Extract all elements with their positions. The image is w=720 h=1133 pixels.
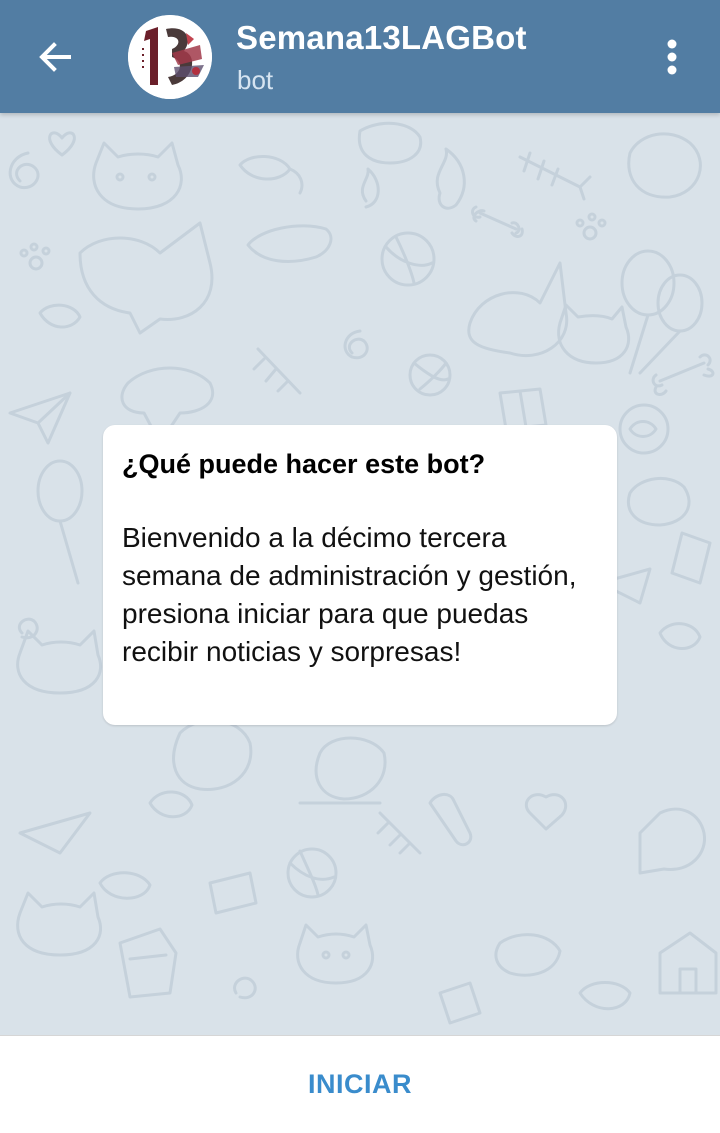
semana-13-logo [128,15,212,99]
arrow-left-icon [39,42,71,72]
chat-title[interactable]: Semana13LAGBot [236,19,527,57]
more-options-button[interactable] [646,28,698,86]
bot-info-title: ¿Qué puede hacer este bot? [122,449,486,479]
chat-area: ¿Qué puede hacer este bot? Bienvenido a … [0,113,720,1035]
bottom-bar: INICIAR [0,1035,720,1133]
more-vertical-icon [667,39,677,75]
chat-header: Semana13LAGBot bot [0,0,720,113]
bot-info-description: Bienvenido a la décimo tercera semana de… [122,522,577,667]
avatar[interactable] [128,15,212,99]
start-button[interactable]: INICIAR [268,1059,452,1110]
bot-info-card: ¿Qué puede hacer este bot? Bienvenido a … [103,425,617,725]
chat-subtitle: bot [237,65,274,95]
back-button[interactable] [20,22,90,92]
